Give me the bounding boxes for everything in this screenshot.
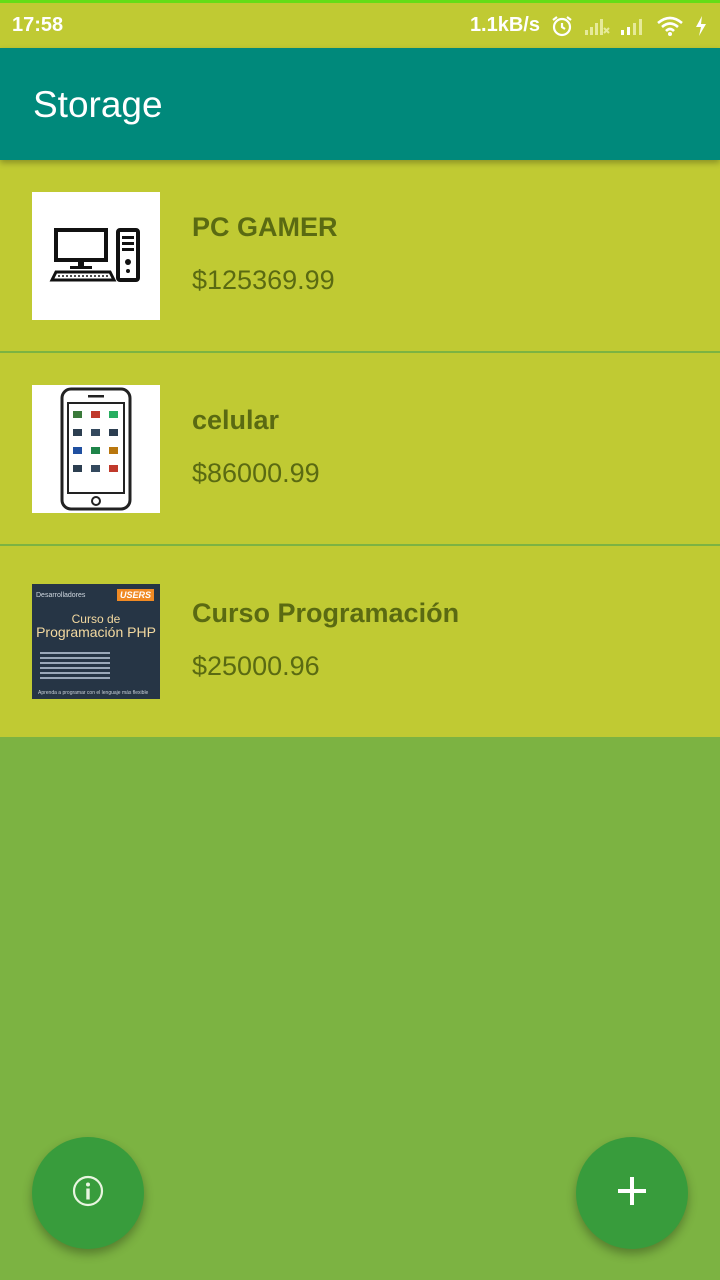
status-indicators: 1.1kB/s: [470, 14, 708, 38]
item-price: $25000.96: [192, 651, 320, 681]
add-button[interactable]: [576, 1137, 688, 1249]
net-speed: 1.1kB/s: [469, 14, 540, 36]
book-cover-image: Desarrolladores USERS Curso de Programac…: [32, 578, 160, 706]
app-bar: Storage: [0, 48, 720, 160]
book-title-line2: Programación PHP: [36, 624, 156, 640]
wifi-icon: [656, 15, 684, 37]
book-cover: Desarrolladores USERS Curso de Programac…: [32, 584, 160, 699]
book-footer-text: Aprenda a programar con el lenguaje más …: [38, 690, 149, 696]
charging-icon: [694, 15, 708, 37]
item-name: Curso Programación: [192, 598, 460, 628]
smartphone-icon: [32, 385, 160, 513]
alarm-icon: [550, 14, 574, 38]
status-bar: 17:58 1.1kB/s: [0, 3, 720, 48]
item-name: PC GAMER: [192, 212, 338, 242]
signal-icon: [620, 16, 646, 36]
info-icon: [71, 1174, 105, 1213]
desktop-computer-icon: [32, 192, 160, 320]
page-title: Storage: [33, 84, 163, 125]
signal-off-icon: [584, 16, 610, 36]
status-time: 17:58: [12, 14, 64, 36]
book-publisher-text: Desarrolladores: [36, 592, 86, 599]
book-badge: USERS: [116, 589, 154, 601]
list-item[interactable]: Desarrolladores USERS Curso de Programac…: [0, 546, 720, 739]
item-name: celular: [192, 405, 280, 435]
item-price: $125369.99: [192, 265, 335, 295]
plus-icon: [615, 1174, 649, 1213]
item-price: $86000.99: [192, 458, 320, 488]
product-list: PC GAMER $125369.99 celular $86000.99 De…: [0, 160, 720, 739]
list-item[interactable]: celular $86000.99: [0, 353, 720, 546]
info-button[interactable]: [32, 1137, 144, 1249]
book-bullets: [40, 652, 110, 682]
list-item[interactable]: PC GAMER $125369.99: [0, 160, 720, 353]
